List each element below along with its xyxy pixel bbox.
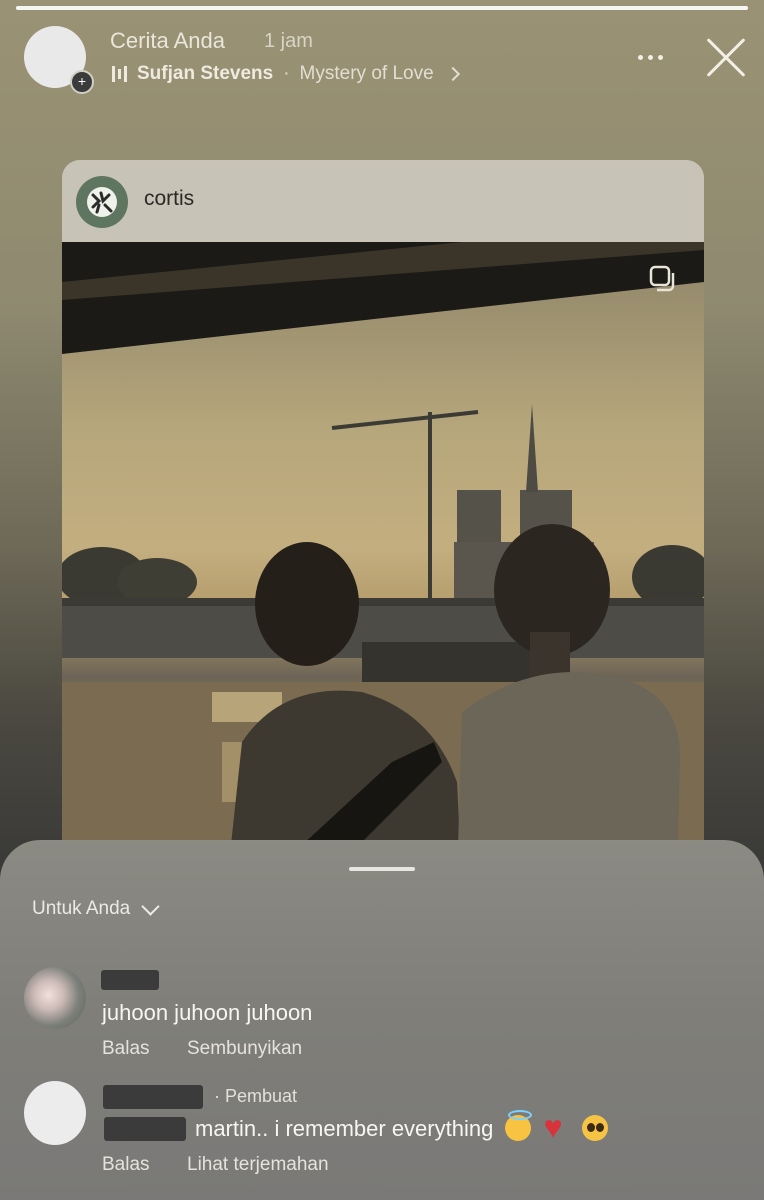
story-title[interactable]: Cerita Anda — [110, 28, 225, 54]
more-options-icon[interactable] — [630, 42, 670, 72]
chevron-right-icon — [445, 66, 460, 82]
post-username[interactable]: cortis — [144, 187, 194, 211]
photo-scene — [62, 242, 704, 880]
reply-button[interactable]: Balas — [102, 1154, 150, 1176]
music-song: Mystery of Love — [299, 63, 434, 84]
mention-redacted — [104, 1117, 186, 1141]
comment-text: martin.. i remember everything — [195, 1109, 608, 1146]
story-progress-fill — [16, 6, 748, 10]
post-photo[interactable] — [62, 242, 704, 880]
comments-sheet[interactable]: Untuk Anda juhoon juhoon juhoon Balas Se… — [0, 840, 764, 1200]
broken-heart-icon — [544, 1109, 570, 1146]
story-progress-bar — [16, 6, 748, 10]
chevron-down-icon — [141, 896, 160, 916]
commenter-avatar[interactable] — [24, 1081, 86, 1145]
smiling-face-with-halo-icon — [505, 1110, 533, 1141]
sort-label: Untuk Anda — [32, 898, 131, 919]
music-separator: · — [283, 63, 290, 84]
post-header: cortis — [62, 160, 704, 242]
sort-dropdown[interactable]: Untuk Anda — [32, 896, 160, 920]
commenter-name-redacted — [101, 970, 159, 990]
sheet-grabber[interactable] — [349, 867, 415, 871]
music-bars-icon — [112, 66, 127, 82]
comment-text: juhoon juhoon juhoon — [102, 1000, 313, 1025]
reply-button[interactable]: Balas — [102, 1038, 150, 1060]
shared-post-card[interactable]: cortis — [62, 160, 704, 880]
commenter-avatar[interactable] — [24, 967, 86, 1029]
music-artist: Sufjan Stevens — [137, 63, 274, 84]
comment-text-body: martin.. i remember everything — [195, 1116, 494, 1141]
story-time: 1 jam — [264, 30, 313, 52]
creator-label: · Pembuat — [214, 1086, 298, 1106]
commenter-name-redacted — [103, 1085, 203, 1109]
cortis-logo-icon — [87, 187, 117, 217]
see-translation-button[interactable]: Lihat terjemahan — [187, 1154, 329, 1176]
close-icon[interactable] — [704, 36, 748, 80]
hide-button[interactable]: Sembunyikan — [187, 1038, 302, 1060]
multiple-photos-icon — [648, 264, 678, 294]
pleading-face-icon — [581, 1115, 608, 1141]
post-avatar[interactable] — [76, 176, 128, 228]
plus-icon[interactable]: + — [70, 70, 94, 94]
music-attribution[interactable]: Sufjan Stevens · Mystery of Love — [112, 62, 460, 86]
